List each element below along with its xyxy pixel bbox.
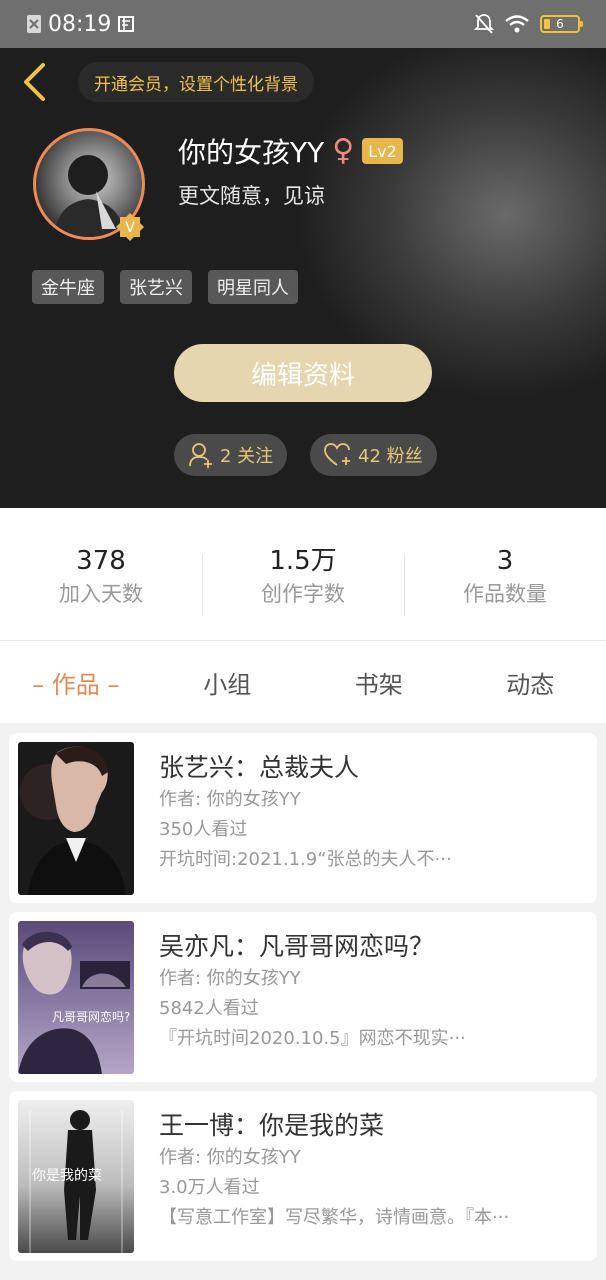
work-cover-image: 你是我的菜 [18,1100,134,1253]
user-add-icon [189,443,212,468]
tab-groups[interactable]: 小组 [152,641,304,723]
profile-screen: 08:19 6 开通会员，设置个性化背景 V 你的女孩YY ♀ Lv2 更文随意… [0,0,606,1280]
username-row: 你的女孩YY ♀ Lv2 [178,130,403,172]
following-button[interactable]: 2 关注 [174,434,288,476]
stat-value: 378 [76,546,126,576]
followers-count: 42 粉丝 [358,446,423,467]
tab-bookshelf[interactable]: 书架 [303,641,455,723]
work-card[interactable]: 你是我的菜 王一博：你是我的菜 作者: 你的女孩YY 3.0万人看过 【写意工作… [9,1091,597,1261]
battery-level: 6 [556,17,564,31]
tab-works[interactable]: – 作品 – [0,641,152,723]
work-card[interactable]: 凡哥哥网恋吗? 吴亦凡：凡哥哥网恋吗？ 作者: 你的女孩YY 5842人看过 『… [9,912,597,1082]
notification-icon [118,16,135,32]
stats-bar: 378 加入天数 1.5万 创作字数 3 作品数量 [0,508,606,640]
stat-works-count: 3 作品数量 [404,508,606,640]
back-button[interactable] [14,60,54,104]
work-description: 开坑时间:2021.1.9“张总的夫人不··· [159,849,452,870]
tag-item[interactable]: 张艺兴 [120,270,192,304]
works-list: 张艺兴：总裁夫人 作者: 你的女孩YY 350人看过 开坑时间:2021.1.9… [0,723,606,1280]
battery-icon: 6 [540,15,583,33]
tab-bar: – 作品 – 小组 书架 动态 [0,641,606,723]
work-views: 3.0万人看过 [159,1177,260,1198]
profile-header: 08:19 6 开通会员，设置个性化背景 V 你的女孩YY ♀ Lv2 更文随意… [0,0,606,508]
work-description: 『开坑时间2020.10.5』网恋不现实··· [159,1028,466,1049]
work-cover-image [18,742,134,895]
work-views: 5842人看过 [159,998,259,1019]
tag-item[interactable]: 金牛座 [32,270,104,304]
tag-list: 金牛座 张艺兴 明星同人 [32,270,298,304]
stat-word-count: 1.5万 创作字数 [202,508,404,640]
work-title: 王一博：你是我的菜 [159,1111,385,1140]
username: 你的女孩YY [178,136,325,169]
heart-plus-icon [324,443,350,466]
stat-value: 3 [496,546,514,576]
wifi-icon [505,15,529,33]
work-info: 张艺兴：总裁夫人 作者: 你的女孩YY 350人看过 开坑时间:2021.1.9… [159,751,585,875]
work-cover-image: 凡哥哥网恋吗? [18,921,134,1074]
female-gender-icon: ♀ [332,133,355,168]
work-author: 作者: 你的女孩YY [159,968,301,989]
tab-activity[interactable]: 动态 [455,641,606,723]
chevron-left-icon [24,63,45,101]
work-title: 张艺兴：总裁夫人 [159,753,360,782]
stat-label: 创作字数 [261,582,345,606]
stat-label: 加入天数 [59,582,143,606]
stat-label: 作品数量 [463,582,547,606]
work-title: 吴亦凡：凡哥哥网恋吗？ [159,932,435,961]
mute-icon [474,14,494,34]
work-author: 作者: 你的女孩YY [159,1147,301,1168]
verified-badge-icon: V [116,213,144,241]
status-time: 08:19 [48,11,112,37]
user-bio: 更文随意，见谅 [178,184,325,208]
avatar[interactable]: V [33,128,145,241]
cover-text: 你是我的菜 [32,1168,102,1184]
vip-background-prompt[interactable]: 开通会员，设置个性化背景 [78,62,314,102]
work-info: 吴亦凡：凡哥哥网恋吗？ 作者: 你的女孩YY 5842人看过 『开坑时间2020… [159,930,585,1054]
stat-days-joined: 378 加入天数 [0,508,202,640]
work-views: 350人看过 [159,819,248,840]
work-card[interactable]: 张艺兴：总裁夫人 作者: 你的女孩YY 350人看过 开坑时间:2021.1.9… [9,733,597,903]
svg-text:V: V [125,220,135,236]
level-badge: Lv2 [362,138,403,164]
work-info: 王一博：你是我的菜 作者: 你的女孩YY 3.0万人看过 【写意工作室】写尽繁华… [159,1109,585,1233]
status-bar: 08:19 6 [0,0,606,48]
stat-value: 1.5万 [269,546,337,576]
tag-item[interactable]: 明星同人 [208,270,298,304]
work-description: 【写意工作室】写尽繁华，诗情画意。『本··· [159,1207,510,1228]
work-author: 作者: 你的女孩YY [159,789,301,810]
sim-off-icon [27,15,41,33]
followers-button[interactable]: 42 粉丝 [310,434,437,476]
edit-profile-button[interactable]: 编辑资料 [174,344,432,402]
cover-text: 凡哥哥网恋吗? [52,1009,130,1024]
following-count: 2 关注 [220,446,274,467]
